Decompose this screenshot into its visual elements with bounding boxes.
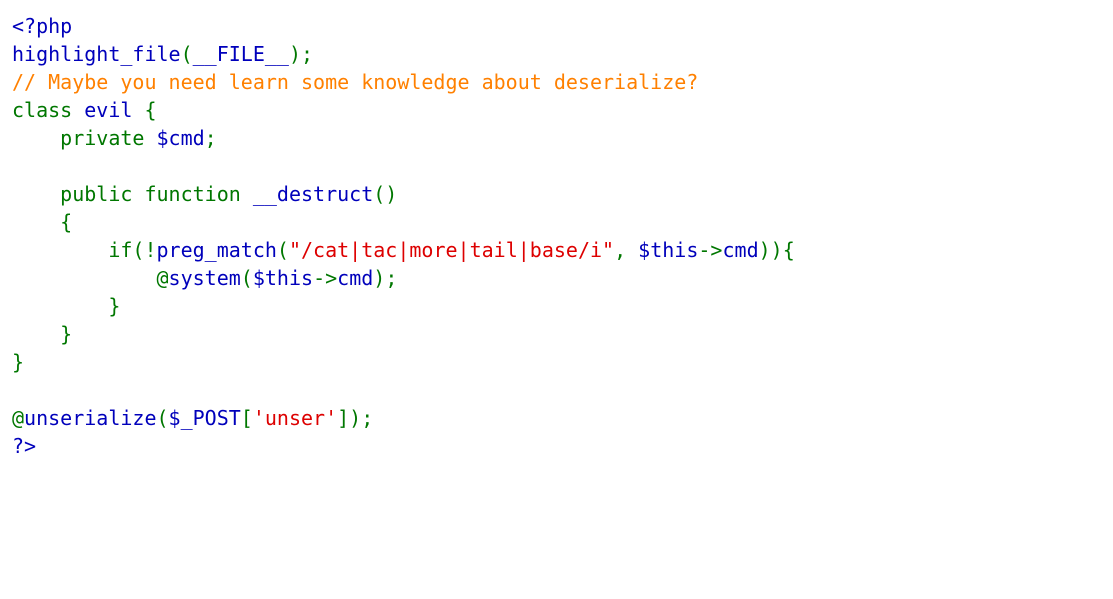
code-token-html: ?> (12, 434, 37, 458)
code-token-keyword: public function (12, 182, 253, 206)
code-token-default: cmd (337, 266, 374, 290)
code-token-keyword: ; (204, 126, 217, 150)
code-token-keyword: @ (12, 406, 25, 430)
code-token-keyword: } (12, 350, 25, 374)
code-line: // Maybe you need learn some knowledge a… (12, 68, 795, 96)
code-line: private $cmd; (12, 124, 795, 152)
code-token-keyword: () (373, 182, 398, 206)
code-token-keyword: class (12, 98, 85, 122)
code-line: { (12, 208, 795, 236)
code-token-html: <?php (12, 14, 73, 38)
code-token-keyword: ( (156, 406, 169, 430)
code-token-default: evil (84, 98, 145, 122)
code-token-keyword: ]); (337, 406, 374, 430)
php-source-code: <?php highlight_file(__FILE__);// Maybe y… (12, 12, 795, 460)
code-token-keyword: )){ (758, 238, 795, 262)
code-line: @system($this->cmd); (12, 264, 795, 292)
code-line: } (12, 292, 795, 320)
code-line: ?> (12, 432, 795, 460)
code-token-keyword: } (12, 322, 73, 346)
code-token-keyword: @ (12, 266, 169, 290)
code-token-default: __destruct (252, 182, 374, 206)
code-token-default: highlight_file (12, 42, 181, 66)
code-line: if(!preg_match("/cat|tac|more|tail|base/… (12, 236, 795, 264)
code-token-keyword: ); (373, 266, 398, 290)
code-line: } (12, 348, 795, 376)
code-token-keyword: -> (698, 238, 723, 262)
code-token-keyword: [ (240, 406, 253, 430)
code-token-default: system (168, 266, 241, 290)
code-token-comment: // Maybe you need learn some knowledge a… (12, 70, 699, 94)
code-token-keyword: , (614, 238, 639, 262)
code-token-default: cmd (722, 238, 759, 262)
code-line: highlight_file(__FILE__); (12, 40, 795, 68)
code-token-keyword: private (60, 126, 157, 150)
code-token-keyword: ); (288, 42, 314, 66)
code-line: } (12, 320, 795, 348)
code-token-default: $this (638, 238, 699, 262)
code-token-default: preg_match (156, 238, 277, 262)
code-token-keyword (12, 126, 60, 150)
code-token-keyword: { (144, 98, 157, 122)
code-token-keyword: ( (276, 238, 289, 262)
code-token-string: 'unser' (252, 406, 338, 430)
code-token-default: $cmd (156, 126, 205, 150)
code-token-keyword: if(! (12, 238, 157, 262)
code-token-default: $_POST (168, 406, 241, 430)
code-line: @unserialize($_POST['unser']); (12, 404, 795, 432)
code-token-default: unserialize (24, 406, 157, 430)
code-token-keyword: ( (240, 266, 253, 290)
code-token-keyword: ( (180, 42, 193, 66)
code-token-default: __FILE__ (192, 42, 289, 66)
code-line: class evil { (12, 96, 795, 124)
code-token-keyword: { (12, 210, 73, 234)
code-line: public function __destruct() (12, 180, 795, 208)
code-token-keyword: } (12, 294, 121, 318)
code-token-string: "/cat|tac|more|tail|base/i" (288, 238, 615, 262)
code-line: <?php (12, 12, 795, 40)
code-token-default: $this (252, 266, 314, 290)
code-token-keyword: -> (313, 266, 338, 290)
